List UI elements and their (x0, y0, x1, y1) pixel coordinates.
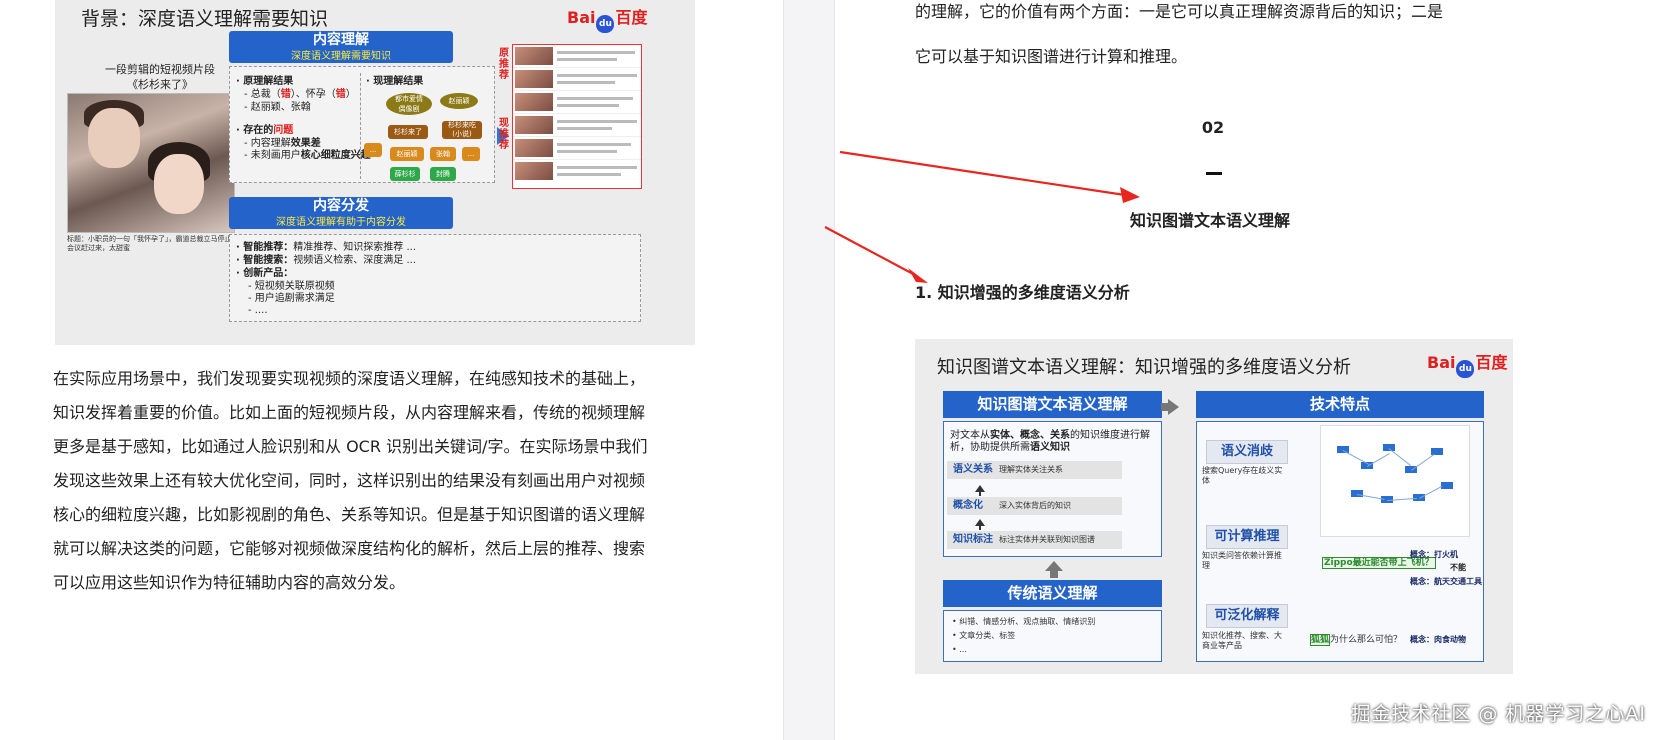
baidu-paw-icon: du (596, 15, 615, 33)
understanding-header: 内容理解 深度语义理解需要知识 (229, 31, 453, 63)
knowledge-graph-diagram (1320, 425, 1470, 537)
watermark: 掘金技术社区 @ 机器学习之心AI (1351, 703, 1646, 725)
right-top-line-1: 的理解，它的价值有两个方面：一是它可以真正理解资源背后的知识；二是 (915, 2, 1444, 21)
row-semantic-relation: 语义关系 理解实体关注关系 (947, 461, 1122, 479)
clip-caption: 一段剪辑的短视频片段 《杉杉来了》 (105, 63, 215, 91)
original-recommend-tag: 原推荐 (499, 48, 509, 81)
right-slide-title: 知识图谱文本语义理解：知识增强的多维度语义分析 (937, 357, 1351, 378)
video-clip-thumbnail (67, 93, 235, 233)
left-slide-title: 背景：深度语义理解需要知识 (81, 8, 329, 30)
arrow-head-icon (908, 268, 928, 283)
understanding-panel: · 原理解结果 - 总裁（错）、怀孕（错） - 赵丽颖、张翰 · 存在的问题 -… (229, 66, 495, 183)
left-slide-image: 背景：深度语义理解需要知识 Bai du 百度 一段剪辑的短视频片段 《杉杉来了》 … (55, 0, 695, 345)
clip-footer: 标题：小职员的一句「我怀孕了」，霸道总裁立马停止会议赶过来，太甜蜜 (67, 235, 232, 252)
kg-understanding-header: 知识图谱文本语义理解 (943, 391, 1162, 418)
right-slide-image: 知识图谱文本语义理解：知识增强的多维度语义分析 Bai du 百度 知识图谱文本语义… (915, 339, 1513, 674)
distribution-header: 内容分发 深度语义理解有助于内容分发 (229, 197, 453, 229)
baidu-paw-icon: du (1456, 360, 1475, 378)
page-gutter (783, 0, 835, 740)
traditional-understanding-panel: • 纠错、情感分析、观点抽取、情绪识别 • 文章分类、标签 • ... (943, 610, 1162, 662)
row-conceptualization: 概念化 深入实体背后的知识 (947, 497, 1122, 515)
feature-generalizable-explanation: 可泛化解释 (1206, 604, 1288, 628)
arrow-head-icon (1120, 187, 1140, 203)
new-recommend-tag: 现推荐 (499, 118, 509, 151)
traditional-understanding-header: 传统语义理解 (943, 580, 1162, 607)
baidu-logo: Bai du 百度 (1427, 349, 1508, 378)
distribution-panel: · 智能推荐：精准推荐、知识探索推荐 ... · 智能搜索：视频语义检索、深度满… (229, 234, 641, 322)
left-body-paragraph: 在实际应用场景中，我们发现要实现视频的深度语义理解，在纯感知技术的基础上，知识发… (53, 369, 648, 592)
right-arrow-icon (1168, 399, 1179, 415)
recommendation-list (512, 44, 642, 189)
feature-disambiguation: 语义消歧 (1206, 440, 1288, 464)
tech-features-header: 技术特点 (1196, 391, 1484, 418)
row-knowledge-tagging: 知识标注 标注实体并关联到知识图谱 (947, 531, 1122, 549)
section-title: 知识图谱文本语义理解 (1130, 211, 1291, 230)
right-top-line-2: 它可以基于知识图谱进行计算和推理。 (915, 47, 1188, 66)
section-number: 02 (1201, 118, 1225, 137)
feature-computable-reasoning: 可计算推理 (1206, 525, 1288, 549)
section-dash (1206, 172, 1222, 175)
baidu-logo: Bai du 百度 (567, 4, 648, 33)
annotation-arrows (824, 150, 1140, 283)
